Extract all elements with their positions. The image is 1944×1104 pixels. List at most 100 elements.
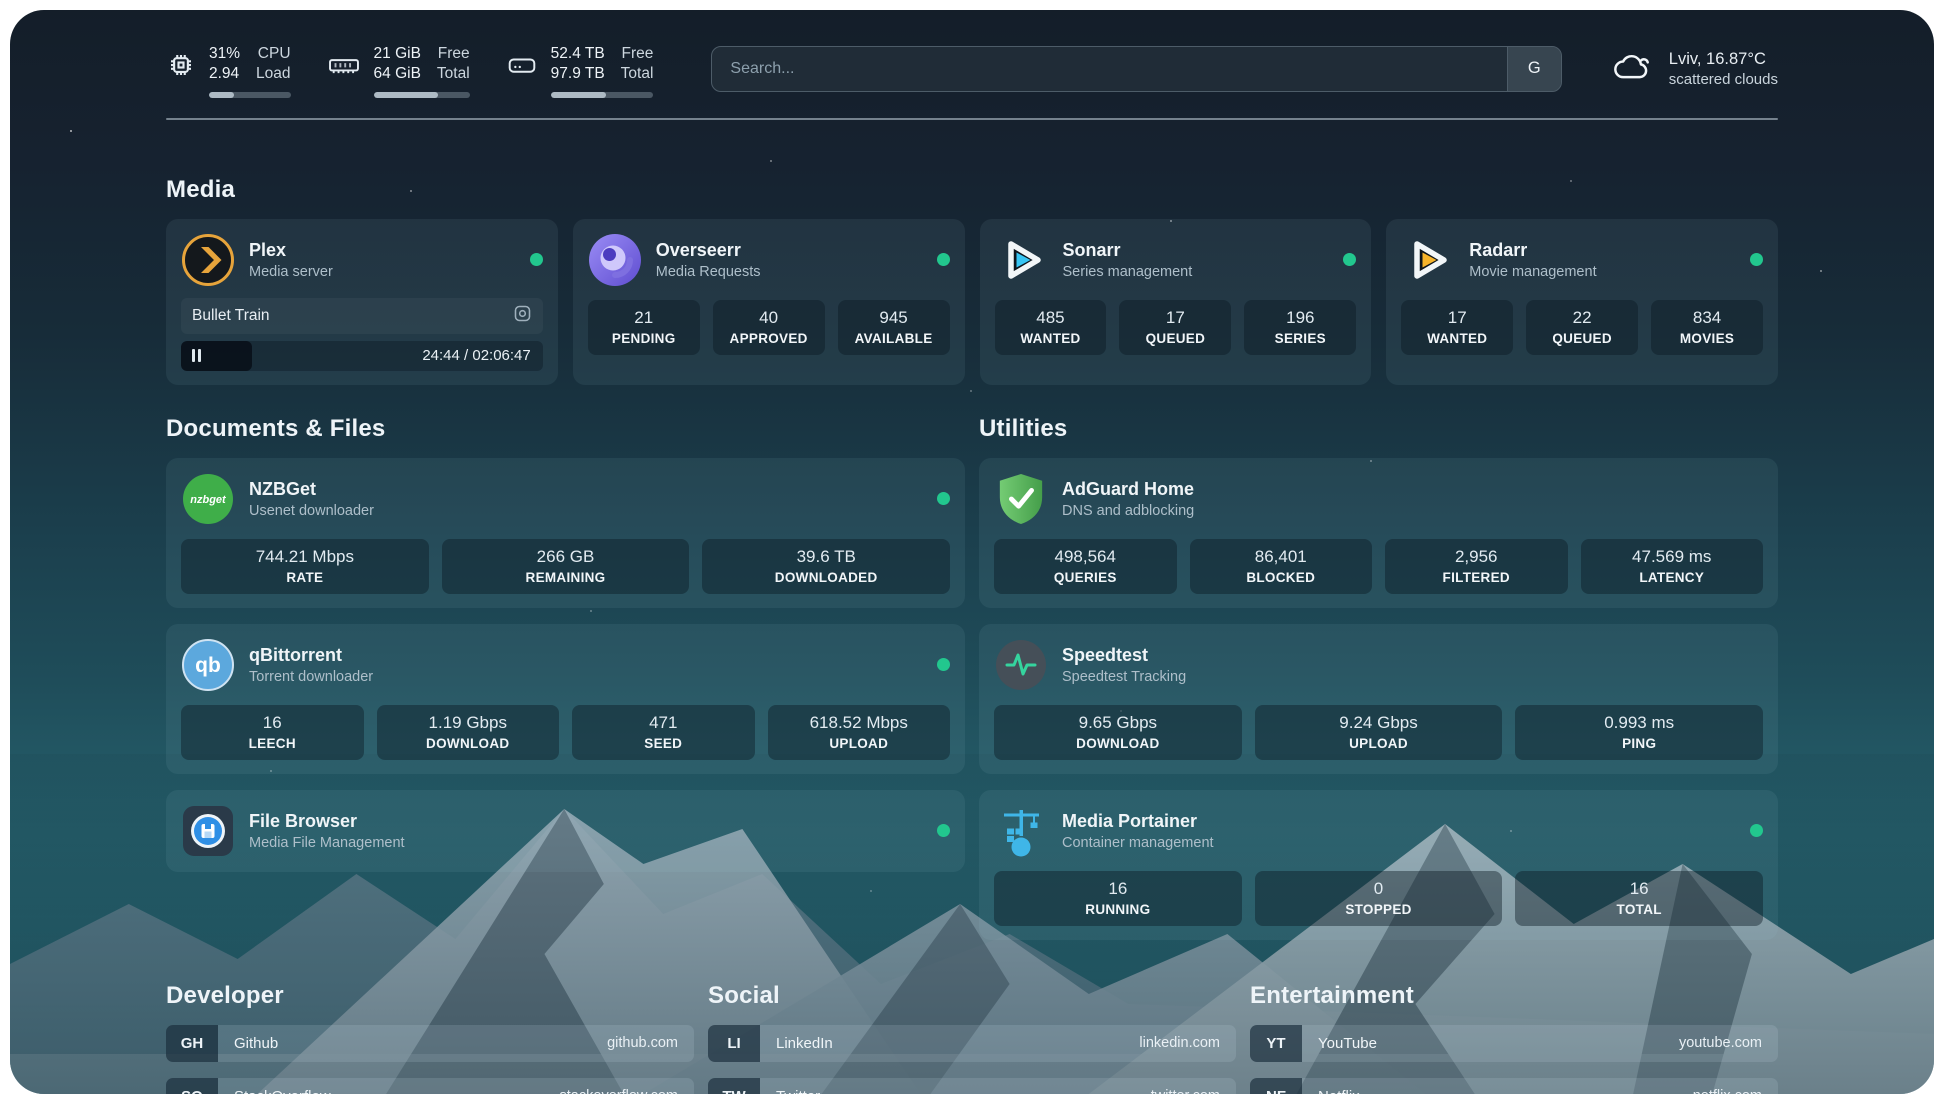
cpu-chip-icon (166, 50, 196, 80)
stat-box: 16RUNNING (994, 871, 1242, 926)
app-card-overseerr[interactable]: Overseerr Media Requests 21PENDING 40APP… (573, 219, 965, 385)
cpu-load-label: Load (256, 64, 290, 84)
stat-box: 744.21 MbpsRATE (181, 539, 429, 594)
app-name: Speedtest (1062, 645, 1186, 666)
bookmark-row-github[interactable]: GH Github github.com (166, 1025, 694, 1062)
app-card-radarr[interactable]: Radarr Movie management 17WANTED 22QUEUE… (1386, 219, 1778, 385)
app-card-speedtest[interactable]: Speedtest Speedtest Tracking 9.65 GbpsDO… (979, 624, 1778, 774)
app-card-portainer[interactable]: Media Portainer Container management 16R… (979, 790, 1778, 940)
bookmark-row-linkedin[interactable]: LI LinkedIn linkedin.com (708, 1025, 1236, 1062)
stat-box: 47.569 msLATENCY (1581, 539, 1764, 594)
app-card-plex[interactable]: Plex Media server Bullet Train (166, 219, 558, 385)
stat-box: 1.19 GbpsDOWNLOAD (377, 705, 560, 760)
qbittorrent-icon: qb (181, 638, 235, 692)
disk-free-label: Free (622, 44, 654, 64)
disk-widget: 52.4 TB 97.9 TB Free Total (506, 44, 654, 98)
ram-total-label: Total (437, 64, 470, 84)
stat-box: 40APPROVED (713, 300, 825, 355)
weather-location-temp: Lviv, 16.87°C (1669, 50, 1778, 69)
stat-box: 945AVAILABLE (838, 300, 950, 355)
stat-box: 471SEED (572, 705, 755, 760)
stat-box: 21PENDING (588, 300, 700, 355)
disk-total-label: Total (621, 64, 654, 84)
bookmark-abbr: GH (166, 1025, 218, 1062)
stat-box: 86,401BLOCKED (1190, 539, 1373, 594)
app-card-nzbget[interactable]: nzbget NZBGet Usenet downloader 74 (166, 458, 965, 608)
stat-box: 618.52 MbpsUPLOAD (768, 705, 951, 760)
bookmark-url: twitter.com (1151, 1078, 1236, 1094)
status-dot (1750, 824, 1763, 837)
app-card-qbittorrent[interactable]: qb qBittorrent Torrent downloader (166, 624, 965, 774)
now-playing-row: Bullet Train (181, 298, 543, 334)
app-name: Sonarr (1063, 240, 1193, 261)
app-subtitle: Usenet downloader (249, 503, 374, 519)
section-title-media: Media (166, 176, 1778, 204)
radarr-icon (1401, 233, 1455, 287)
status-dot (1343, 253, 1356, 266)
stat-box: 17QUEUED (1119, 300, 1231, 355)
bookmark-abbr: NF (1250, 1078, 1302, 1094)
playback-time: 24:44 / 02:06:47 (422, 347, 542, 364)
section-media: Media Plex Media server (166, 176, 1778, 385)
cpu-label: CPU (258, 44, 291, 64)
app-name: NZBGet (249, 479, 374, 500)
stat-box: 196SERIES (1244, 300, 1356, 355)
app-name: qBittorrent (249, 645, 373, 666)
status-dot (1750, 253, 1763, 266)
stat-box: 266 GBREMAINING (442, 539, 690, 594)
section-title-entertainment: Entertainment (1250, 982, 1778, 1010)
app-name: File Browser (249, 811, 405, 832)
top-bar: 31% 2.94 CPU Load (166, 44, 1778, 98)
section-developer: Developer GH Github github.com SO StackO… (166, 982, 694, 1094)
section-utilities: Utilities (979, 415, 1778, 940)
stat-box: 834MOVIES (1651, 300, 1763, 355)
bookmark-row-twitter[interactable]: TW Twitter twitter.com (708, 1078, 1236, 1094)
app-name: Media Portainer (1062, 811, 1214, 832)
search-bar: G (711, 46, 1561, 92)
bookmark-row-youtube[interactable]: YT YouTube youtube.com (1250, 1025, 1778, 1062)
svg-text:qb: qb (195, 654, 221, 677)
status-dot (937, 824, 950, 837)
status-dot (937, 253, 950, 266)
cpu-widget: 31% 2.94 CPU Load (166, 44, 291, 98)
section-title-documents: Documents & Files (166, 415, 965, 443)
cloud-icon (1612, 48, 1654, 89)
app-subtitle: Media Requests (656, 264, 761, 280)
bookmark-row-netflix[interactable]: NF Netflix netflix.com (1250, 1078, 1778, 1094)
app-name: Plex (249, 240, 333, 261)
bookmark-abbr: YT (1250, 1025, 1302, 1062)
speedtest-pulse-icon (994, 638, 1048, 692)
app-subtitle: Media server (249, 264, 333, 280)
bookmark-abbr: LI (708, 1025, 760, 1062)
playback-progress: 24:44 / 02:06:47 (181, 341, 543, 371)
weather-widget: Lviv, 16.87°C scattered clouds (1612, 48, 1778, 89)
app-name: AdGuard Home (1062, 479, 1194, 500)
app-subtitle: DNS and adblocking (1062, 503, 1194, 519)
stat-box: 39.6 TBDOWNLOADED (702, 539, 950, 594)
bookmark-row-stackoverflow[interactable]: SO StackOverflow stackoverflow.com (166, 1078, 694, 1094)
cpu-progress-bar (209, 92, 291, 98)
playback-progress-fill (181, 341, 252, 371)
plex-icon (181, 233, 235, 287)
search-engine-button[interactable]: G (1507, 47, 1561, 91)
stat-box: 17WANTED (1401, 300, 1513, 355)
app-name: Overseerr (656, 240, 761, 261)
pause-button[interactable] (192, 349, 201, 362)
status-dot (530, 253, 543, 266)
app-card-filebrowser[interactable]: File Browser Media File Management (166, 790, 965, 872)
section-title-social: Social (708, 982, 1236, 1010)
video-camera-icon (512, 303, 533, 329)
stat-box: 0.993 msPING (1515, 705, 1763, 760)
app-card-sonarr[interactable]: Sonarr Series management 485WANTED 17QUE… (980, 219, 1372, 385)
filebrowser-icon (181, 804, 235, 858)
cpu-load-value: 2.94 (209, 64, 240, 84)
disk-total-value: 97.9 TB (551, 64, 605, 84)
section-social: Social LI LinkedIn linkedin.com TW Twitt… (708, 982, 1236, 1094)
search-input[interactable] (712, 60, 1506, 78)
app-card-adguard[interactable]: AdGuard Home DNS and adblocking 498,564Q… (979, 458, 1778, 608)
app-subtitle: Speedtest Tracking (1062, 669, 1186, 685)
ram-total-value: 64 GiB (374, 64, 421, 84)
stat-box: 16TOTAL (1515, 871, 1763, 926)
section-documents: Documents & Files nzbget (166, 415, 965, 940)
bookmark-name: YouTube (1302, 1025, 1377, 1062)
